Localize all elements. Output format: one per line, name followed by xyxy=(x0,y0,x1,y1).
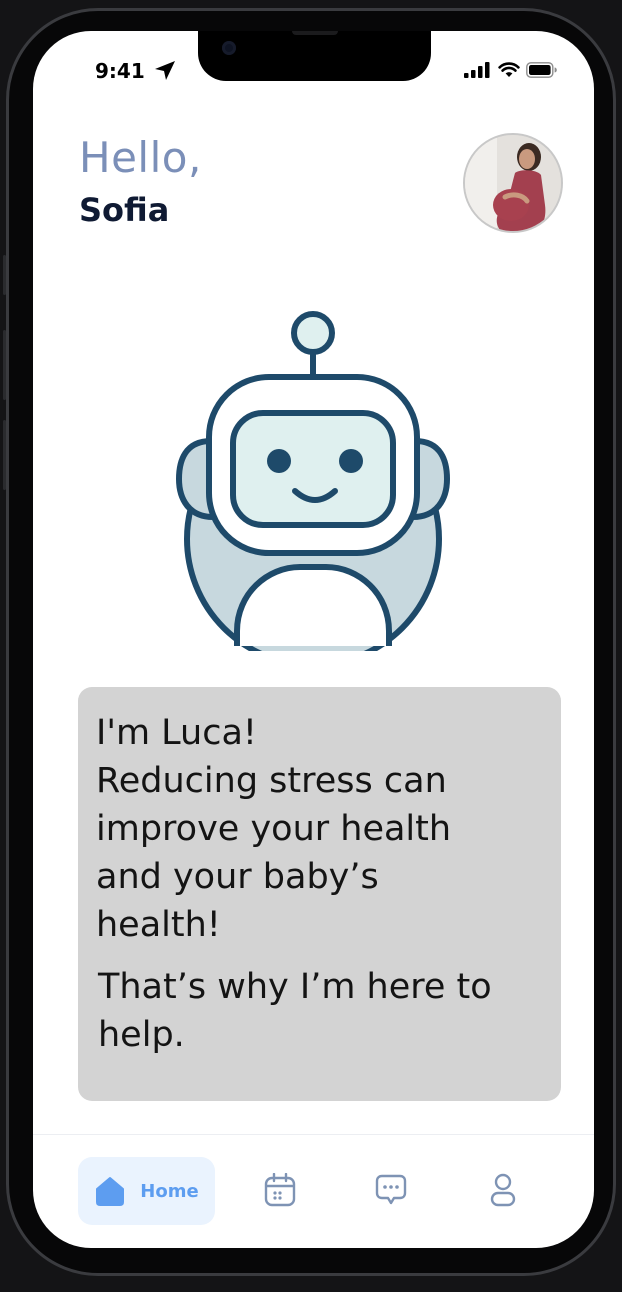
home-icon xyxy=(96,1177,125,1206)
cellular-signal-icon xyxy=(464,62,490,78)
calendar-icon[interactable] xyxy=(264,1173,296,1207)
greeting-text: Hello, xyxy=(79,133,202,182)
message-line: health! xyxy=(96,905,221,945)
phone-side-button xyxy=(3,420,6,490)
message-line: I'm Luca! xyxy=(96,713,257,753)
profile-photo xyxy=(465,135,561,231)
message-line: Reducing stress can xyxy=(96,761,447,801)
status-indicators xyxy=(464,62,558,78)
profile-icon[interactable] xyxy=(489,1173,517,1207)
phone-side-button xyxy=(3,330,6,400)
phone-notch xyxy=(198,31,431,81)
avatar[interactable] xyxy=(463,133,563,233)
message-line: improve your health xyxy=(96,809,452,849)
app-screen: 9:41 Hello, Sofia I'm Luca! Reducing str… xyxy=(33,31,594,1248)
location-arrow-icon xyxy=(154,61,175,80)
message-line: help. xyxy=(98,1015,185,1055)
front-camera-icon xyxy=(222,41,236,55)
assistant-message-followup: That’s why I’m here to help. xyxy=(98,963,558,1059)
status-time-text: 9:41 xyxy=(95,59,145,83)
status-time: 9:41 xyxy=(95,59,177,83)
nav-item-home-label: Home xyxy=(140,1180,199,1202)
bottom-nav: Home xyxy=(33,1135,594,1248)
message-line: and your baby’s xyxy=(96,857,379,897)
robot-icon xyxy=(175,311,451,651)
nav-item-home[interactable]: Home xyxy=(78,1157,215,1225)
message-line: That’s why I’m here to xyxy=(98,967,492,1007)
assistant-message-bubble: I'm Luca! Reducing stress can improve yo… xyxy=(78,687,561,1101)
assistant-message: I'm Luca! Reducing stress can improve yo… xyxy=(96,709,556,949)
wifi-icon xyxy=(498,62,520,77)
battery-icon xyxy=(526,62,557,78)
chat-icon[interactable] xyxy=(374,1173,408,1207)
speaker-grille xyxy=(292,31,338,35)
phone-side-button xyxy=(3,255,6,295)
user-name: Sofia xyxy=(79,191,170,229)
